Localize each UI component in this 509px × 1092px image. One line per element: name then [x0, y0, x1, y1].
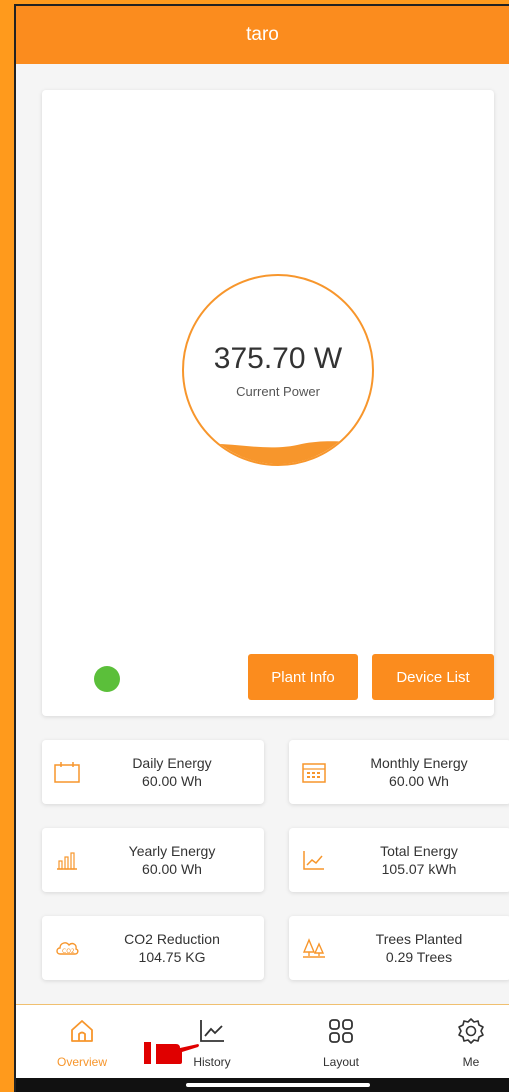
nav-label: Me: [462, 1055, 480, 1069]
tile-value: 60.00 Wh: [389, 773, 449, 789]
tile-value: 104.75 KG: [138, 949, 206, 965]
tile-value: 60.00 Wh: [142, 861, 202, 877]
home-indicator-area: [16, 1078, 509, 1092]
app-frame: taro 375.70 W Current Power Plant Info D…: [14, 4, 509, 1092]
monthly-energy-tile: Monthly Energy 60.00 Wh: [289, 740, 509, 804]
trees-icon: [302, 938, 325, 958]
svg-text:CO2: CO2: [62, 948, 75, 955]
bottom-nav: Overview History Layout Me: [16, 1005, 509, 1079]
page-title: taro: [246, 24, 279, 45]
tile-title: Daily Energy: [132, 755, 212, 771]
plant-info-button[interactable]: Plant Info: [248, 654, 358, 700]
nav-overview[interactable]: Overview: [42, 1017, 122, 1069]
line-chart-icon: [303, 851, 324, 870]
tile-value: 60.00 Wh: [142, 773, 202, 789]
trees-planted-tile: Trees Planted 0.29 Trees: [289, 916, 509, 980]
pointer-hand-icon: [144, 1042, 199, 1064]
grid-icon: [329, 1019, 353, 1043]
nav-layout[interactable]: Layout: [301, 1017, 381, 1069]
co2-reduction-tile: CO2 CO2 Reduction 104.75 KG: [42, 916, 264, 980]
current-power-value: 375.70 W: [213, 342, 343, 375]
co2-cloud-icon: CO2: [56, 942, 79, 955]
nav-label: Layout: [322, 1055, 360, 1069]
app-header: taro: [16, 6, 509, 64]
bar-chart-icon: [57, 852, 77, 870]
nav-label: Overview: [56, 1055, 107, 1069]
total-energy-tile: Total Energy 105.07 kWh: [289, 828, 509, 892]
tile-title: Yearly Energy: [128, 843, 216, 859]
daily-energy-tile: Daily Energy 60.00 Wh: [42, 740, 264, 804]
calendar-grid-icon: [302, 763, 326, 783]
tile-title: Monthly Energy: [370, 755, 468, 771]
home-icon: [71, 1020, 93, 1042]
tile-title: CO2 Reduction: [124, 931, 220, 947]
tile-value: 105.07 kWh: [381, 861, 457, 877]
status-indicator: [94, 666, 120, 692]
chart-line-icon: [200, 1020, 224, 1042]
current-power-label: Current Power: [236, 384, 320, 399]
yearly-energy-tile: Yearly Energy 60.00 Wh: [42, 828, 264, 892]
home-indicator[interactable]: [186, 1083, 370, 1087]
power-card: 375.70 W Current Power Plant Info Device…: [42, 90, 494, 716]
tile-title: Trees Planted: [375, 931, 463, 947]
nav-me[interactable]: Me: [431, 1017, 509, 1069]
tile-value: 0.29 Trees: [385, 949, 453, 965]
gauge-wave: [184, 441, 372, 464]
calendar-icon: [54, 762, 80, 783]
current-power-gauge: 375.70 W Current Power: [182, 274, 374, 466]
gear-icon: [458, 1018, 484, 1044]
tile-title: Total Energy: [380, 843, 458, 859]
device-list-button[interactable]: Device List: [372, 654, 494, 700]
